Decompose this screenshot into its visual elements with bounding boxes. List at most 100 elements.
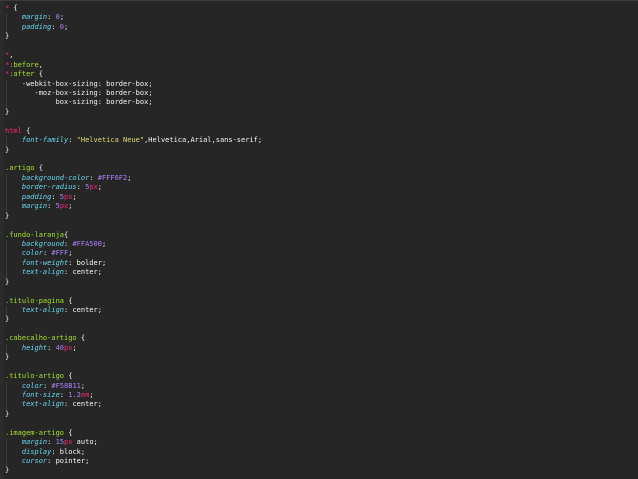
code-line[interactable]: } (5, 353, 638, 362)
code-line[interactable]: } (5, 32, 638, 41)
code-token: : (51, 192, 60, 201)
indent-guide (6, 258, 7, 269)
code-line[interactable]: } (5, 410, 638, 419)
code-line[interactable]: font-size: 1.2em; (5, 390, 638, 401)
code-token: html (5, 126, 22, 135)
indent-guide (6, 98, 7, 108)
code-token: ; (97, 268, 102, 277)
code-token: : (68, 136, 77, 145)
code-token: .imagem-artigo (5, 428, 65, 437)
code-line[interactable] (5, 363, 638, 372)
code-line[interactable]: margin: 0; (5, 13, 638, 23)
code-token: .titulo-artigo (5, 372, 65, 381)
code-token: ; (127, 173, 132, 182)
code-line[interactable]: .titulo-pagina { (5, 297, 638, 306)
code-token: ; (148, 98, 153, 107)
code-token: -moz-box-sizing (5, 88, 98, 97)
code-line[interactable]: } (5, 108, 638, 117)
code-token: : (76, 183, 86, 192)
code-line[interactable]: .artigo { (5, 164, 638, 173)
indent-guide (6, 136, 7, 146)
code-line[interactable]: border-radius: 5px; (5, 183, 638, 193)
indent-guide (6, 249, 7, 259)
code-token: .artigo (5, 164, 35, 173)
code-line[interactable]: margin: 5px; (5, 202, 638, 212)
code-line[interactable]: -webkit-box-sizing: border-box; (5, 79, 638, 89)
code-token: auto; (72, 438, 98, 447)
code-token: 40 (55, 343, 65, 352)
code-line[interactable]: background-color: #FFF6F2; (5, 173, 638, 184)
code-token: #FFF (51, 249, 69, 258)
code-line[interactable]: .fundo-laranja{ (5, 231, 638, 240)
code-token: display (5, 447, 52, 456)
code-line[interactable]: color: #F58B11; (5, 381, 638, 391)
code-token: "Helvetica Neue" (76, 136, 145, 145)
code-token: } (5, 145, 10, 154)
code-token: ; (101, 258, 107, 267)
code-line[interactable]: height: 40px; (5, 343, 638, 354)
code-line[interactable] (5, 325, 638, 334)
code-line[interactable]: text-align: center; (5, 306, 638, 316)
code-token: { (9, 4, 18, 12)
code-token: ; (68, 202, 73, 211)
code-line[interactable]: display: block; (5, 447, 638, 457)
code-line[interactable]: text-align: center; (5, 268, 638, 278)
code-token: : (47, 438, 56, 447)
code-line[interactable]: html { (5, 127, 638, 136)
code-token: : (51, 447, 60, 456)
code-token: } (5, 107, 10, 116)
code-line[interactable]: * { (5, 4, 638, 13)
indent-guide (6, 306, 7, 316)
code-token: px (59, 202, 69, 211)
code-line[interactable]: } (5, 466, 638, 475)
code-token: padding (5, 192, 52, 201)
code-line[interactable]: font-family: "Helvetica Neue",Helvetica,… (5, 136, 638, 146)
code-line[interactable] (5, 221, 638, 230)
code-line[interactable]: } (5, 146, 638, 155)
code-token: ; (148, 79, 153, 88)
code-line[interactable] (5, 42, 638, 51)
code-line[interactable] (5, 419, 638, 428)
code-token: text-align (5, 306, 65, 314)
code-line[interactable]: padding: 0; (5, 22, 638, 33)
code-token: ; (68, 249, 73, 258)
code-line[interactable]: background: #FFA500; (5, 239, 638, 250)
code-line[interactable]: color: #FFF; (5, 249, 638, 259)
code-editor[interactable]: * { margin: 0; padding: 0;} *, *:before, *:… (0, 0, 638, 479)
code-line[interactable]: text-align: center; (5, 400, 638, 410)
code-line[interactable]: } (5, 278, 638, 287)
code-token: } (5, 353, 10, 362)
code-token: 15 (55, 438, 65, 447)
indent-guide (6, 438, 7, 448)
code-line[interactable]: box-sizing: border-box; (5, 98, 638, 108)
code-area[interactable]: * { margin: 0; padding: 0;} *, *:before, *:… (5, 4, 638, 476)
code-token: #FFF6F2 (97, 173, 128, 182)
code-line[interactable] (5, 155, 638, 164)
code-token: ; (64, 22, 69, 31)
code-line[interactable]: .imagem-artigo { (5, 429, 638, 438)
code-token: block (59, 447, 81, 456)
code-line[interactable]: font-weight: bolder; (5, 258, 638, 269)
code-line[interactable]: .titulo-artigo { (5, 372, 638, 381)
code-token: , (38, 60, 43, 69)
code-line[interactable]: } (5, 212, 638, 221)
code-line[interactable]: *:before, (5, 61, 638, 70)
code-token: ; (89, 390, 94, 399)
code-line[interactable]: padding: 5px; (5, 192, 638, 203)
indent-guide (6, 173, 7, 184)
code-line[interactable]: margin: 15px auto; (5, 438, 638, 448)
code-token: border-box (106, 88, 149, 97)
code-line[interactable]: } (5, 315, 638, 324)
code-token: .fundo-laranja (5, 230, 65, 239)
code-line[interactable] (5, 287, 638, 296)
code-line[interactable]: .cabecalho-artigo { (5, 334, 638, 343)
code-token: .titulo-pagina (5, 296, 65, 305)
code-line[interactable] (5, 117, 638, 126)
code-line[interactable]: cursor: pointer; (5, 457, 638, 467)
code-token: text-align (5, 400, 65, 409)
code-token: center (72, 400, 98, 409)
code-line[interactable]: *:after { (5, 70, 638, 79)
code-token: , (9, 51, 14, 60)
code-line[interactable]: *, (5, 51, 638, 60)
code-line[interactable]: -moz-box-sizing: border-box; (5, 88, 638, 99)
